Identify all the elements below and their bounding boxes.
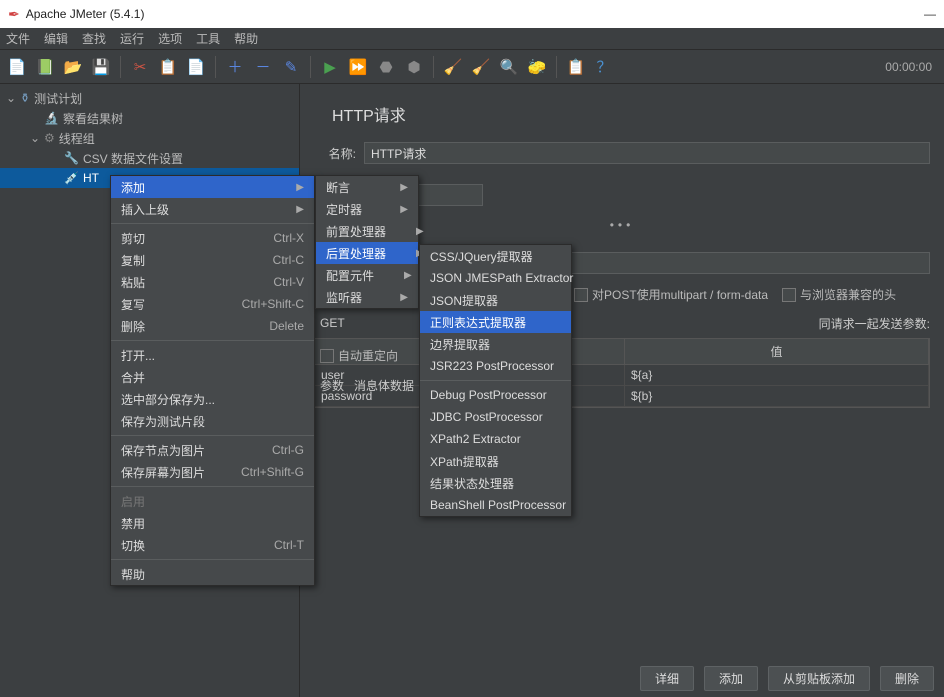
- menu-item[interactable]: JSR223 PostProcessor: [420, 355, 571, 377]
- context-menu-postprocessor: CSS/JQuery提取器JSON JMESPath ExtractorJSON…: [419, 244, 572, 517]
- cut-icon[interactable]: ✂: [129, 56, 151, 78]
- menu-item[interactable]: 启用: [111, 490, 314, 512]
- add-button[interactable]: 添加: [704, 666, 758, 691]
- clear-all-icon[interactable]: 🧹: [470, 56, 492, 78]
- name-input[interactable]: [364, 142, 930, 164]
- menu-item[interactable]: 删除Delete: [111, 315, 314, 337]
- menu-item[interactable]: 禁用: [111, 512, 314, 534]
- menu-item[interactable]: 帮助: [111, 563, 314, 585]
- menu-item[interactable]: 监听器▶: [316, 286, 418, 308]
- stop-icon[interactable]: ⬣: [375, 56, 397, 78]
- auto-redirect-checkbox[interactable]: 自动重定向: [320, 347, 398, 364]
- menu-item[interactable]: 合并: [111, 366, 314, 388]
- post-multipart-checkbox[interactable]: 对POST使用multipart / form-data: [574, 286, 768, 303]
- expand-icon[interactable]: ＋: [224, 56, 246, 78]
- menu-item[interactable]: 配置元件▶: [316, 264, 418, 286]
- menu-search[interactable]: 查找: [82, 30, 106, 47]
- menu-run[interactable]: 运行: [120, 30, 144, 47]
- tree-label: 线程组: [59, 130, 95, 147]
- body-tab[interactable]: 消息体数据: [354, 377, 414, 394]
- help-icon[interactable]: ？: [593, 56, 615, 78]
- panel-heading: HTTP请求: [332, 102, 930, 126]
- tree-csv-config[interactable]: 🔧 CSV 数据文件设置: [0, 148, 299, 168]
- menu-item[interactable]: Debug PostProcessor: [420, 384, 571, 406]
- menu-item[interactable]: 复写Ctrl+Shift-C: [111, 293, 314, 315]
- toggle-icon[interactable]: ✎: [280, 56, 302, 78]
- window-titlebar: ✒ Apache JMeter (5.4.1) —: [0, 0, 944, 28]
- shutdown-icon[interactable]: ⬢: [403, 56, 425, 78]
- method-label: GET: [320, 316, 345, 330]
- menu-item[interactable]: BeanShell PostProcessor: [420, 494, 571, 516]
- delete-button[interactable]: 删除: [880, 666, 934, 691]
- menu-item[interactable]: 正则表达式提取器: [420, 311, 571, 333]
- reset-search-icon[interactable]: 🧽: [526, 56, 548, 78]
- menu-options[interactable]: 选项: [158, 30, 182, 47]
- col-header-value[interactable]: 值: [625, 339, 929, 364]
- menu-item[interactable]: JSON提取器: [420, 289, 571, 311]
- context-menu-add: 断言▶定时器▶前置处理器▶后置处理器▶配置元件▶监听器▶: [315, 175, 419, 309]
- start-icon[interactable]: ▶: [319, 56, 341, 78]
- save-icon[interactable]: 💾: [90, 56, 112, 78]
- menu-item[interactable]: 打开...: [111, 344, 314, 366]
- menu-item[interactable]: 前置处理器▶: [316, 220, 418, 242]
- menu-item[interactable]: 边界提取器: [420, 333, 571, 355]
- search-icon[interactable]: 🔍: [498, 56, 520, 78]
- menu-item[interactable]: JDBC PostProcessor: [420, 406, 571, 428]
- start-no-timers-icon[interactable]: ⏩: [347, 56, 369, 78]
- menu-item[interactable]: 剪切Ctrl-X: [111, 227, 314, 249]
- menu-help[interactable]: 帮助: [234, 30, 258, 47]
- menu-item[interactable]: XPath提取器: [420, 450, 571, 472]
- detail-button[interactable]: 详细: [640, 666, 694, 691]
- menu-file[interactable]: 文件: [6, 30, 30, 47]
- menu-tools[interactable]: 工具: [196, 30, 220, 47]
- new-icon[interactable]: 📄: [6, 56, 28, 78]
- tree-result-tree[interactable]: 🔬 察看结果树: [0, 108, 299, 128]
- menu-item[interactable]: 断言▶: [316, 176, 418, 198]
- templates-icon[interactable]: 📗: [34, 56, 56, 78]
- menu-item[interactable]: 添加▶: [111, 176, 314, 198]
- tree-label: HT: [83, 171, 99, 185]
- collapse-icon[interactable]: －: [252, 56, 274, 78]
- copy-icon[interactable]: 📋: [157, 56, 179, 78]
- tree-thread-group[interactable]: ⌄⚙ 线程组: [0, 128, 299, 148]
- menu-item[interactable]: JSON JMESPath Extractor: [420, 267, 571, 289]
- menu-item[interactable]: 粘贴Ctrl-V: [111, 271, 314, 293]
- app-icon: ✒: [8, 6, 20, 23]
- tree-label: CSV 数据文件设置: [83, 150, 183, 167]
- menu-item[interactable]: XPath2 Extractor: [420, 428, 571, 450]
- menu-item[interactable]: 选中部分保存为...: [111, 388, 314, 410]
- name-label: 名称:: [314, 145, 356, 162]
- window-title: Apache JMeter (5.4.1): [26, 7, 145, 21]
- minimize-button[interactable]: —: [924, 7, 936, 21]
- toolbar: 📄 📗 📂 💾 ✂ 📋 📄 ＋ － ✎ ▶ ⏩ ⬣ ⬢ 🧹 🧹 🔍 🧽 📋 ？ …: [0, 50, 944, 84]
- menubar: 文件 编辑 查找 运行 选项 工具 帮助: [0, 28, 944, 50]
- tree-test-plan[interactable]: ⌄⚱ 测试计划: [0, 88, 299, 108]
- params-tab[interactable]: 参数: [320, 377, 344, 394]
- tree-label: 测试计划: [34, 90, 82, 107]
- menu-item[interactable]: 插入上级▶: [111, 198, 314, 220]
- menu-item[interactable]: 保存为测试片段: [111, 410, 314, 432]
- clear-icon[interactable]: 🧹: [442, 56, 464, 78]
- context-menu-main: 添加▶插入上级▶ 剪切Ctrl-X复制Ctrl-C粘贴Ctrl-V复写Ctrl+S…: [110, 175, 315, 586]
- function-helper-icon[interactable]: 📋: [565, 56, 587, 78]
- menu-item[interactable]: 保存节点为图片Ctrl-G: [111, 439, 314, 461]
- menu-edit[interactable]: 编辑: [44, 30, 68, 47]
- paste-icon[interactable]: 📄: [185, 56, 207, 78]
- browser-header-checkbox[interactable]: 与浏览器兼容的头: [782, 286, 896, 303]
- menu-item[interactable]: 保存屏幕为图片Ctrl+Shift-G: [111, 461, 314, 483]
- clipboard-button[interactable]: 从剪贴板添加: [768, 666, 870, 691]
- menu-item[interactable]: 后置处理器▶: [316, 242, 418, 264]
- timer-display: 00:00:00: [885, 60, 938, 74]
- menu-item[interactable]: CSS/JQuery提取器: [420, 245, 571, 267]
- params-header: 同请求一起发送参数:: [314, 315, 930, 332]
- open-icon[interactable]: 📂: [62, 56, 84, 78]
- menu-item[interactable]: 结果状态处理器: [420, 472, 571, 494]
- menu-item[interactable]: 定时器▶: [316, 198, 418, 220]
- menu-item[interactable]: 切换Ctrl-T: [111, 534, 314, 556]
- tree-label: 察看结果树: [63, 110, 123, 127]
- menu-item[interactable]: 复制Ctrl-C: [111, 249, 314, 271]
